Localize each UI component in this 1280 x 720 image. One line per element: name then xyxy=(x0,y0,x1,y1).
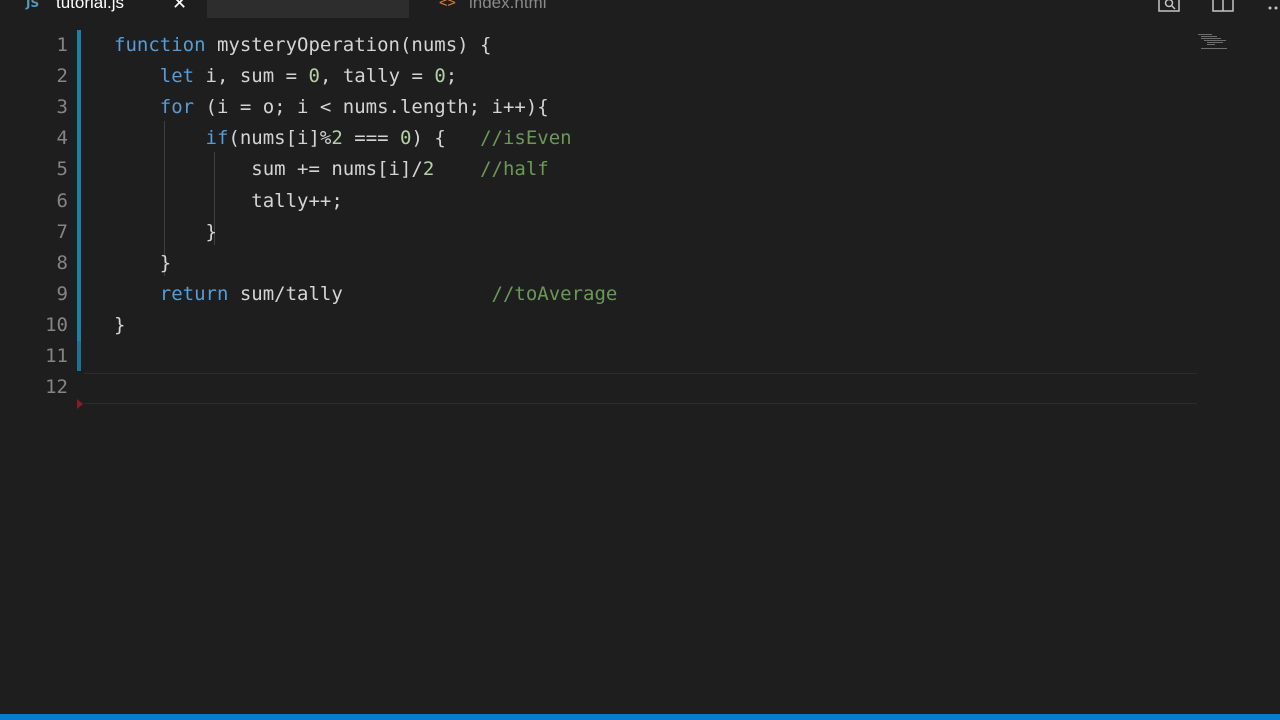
code-token: , tally = xyxy=(319,65,435,88)
status-bar xyxy=(0,714,1280,720)
code-editor[interactable]: 1 function mysteryOperation(nums) {2 let … xyxy=(0,28,1280,714)
code-token: } xyxy=(114,220,217,243)
code-text: return sum/tally //toAverage xyxy=(114,279,618,310)
code-text: let i, sum = 0, tally = 0; xyxy=(114,61,457,92)
line-number: 12 xyxy=(45,376,68,399)
code-line[interactable]: 4 if(nums[i]%2 === 0) { //isEven xyxy=(0,123,1200,154)
number-token: 0 xyxy=(308,65,320,88)
split-editor-icon[interactable] xyxy=(1212,0,1234,12)
comment-token: //toAverage xyxy=(491,282,618,305)
code-line[interactable]: 1 function mysteryOperation(nums) { xyxy=(0,30,1200,61)
line-number: 7 xyxy=(56,220,68,243)
code-token: ; xyxy=(445,65,458,88)
code-line[interactable]: 3 for (i = o; i < nums.length; i++){ xyxy=(0,92,1200,123)
minimap[interactable] xyxy=(1198,32,1242,52)
code-line[interactable]: 11 xyxy=(0,341,1200,372)
keyword-token: let xyxy=(159,65,195,88)
code-token: sum/tally xyxy=(228,282,492,305)
tab-label: tutorial.js xyxy=(56,0,125,12)
code-text: if(nums[i]%2 === 0) { //isEven xyxy=(114,123,572,154)
number-token: 0 xyxy=(400,127,412,150)
code-text: } xyxy=(114,310,125,341)
code-token: ) { xyxy=(411,127,481,150)
code-token: } xyxy=(114,251,172,274)
keyword-token: if xyxy=(205,127,229,150)
code-line[interactable]: 7 } xyxy=(0,217,1200,248)
code-token: i, sum = xyxy=(194,65,309,88)
html-file-icon: <> xyxy=(439,0,456,11)
comment-token: //half xyxy=(480,158,549,181)
code-text: function mysteryOperation(nums) { xyxy=(114,30,492,61)
keyword-token: return xyxy=(159,282,229,305)
code-line[interactable]: 2 let i, sum = 0, tally = 0; xyxy=(0,61,1200,92)
code-token: mysteryOperation(nums) { xyxy=(205,34,492,56)
code-line[interactable]: 10} xyxy=(0,310,1200,341)
line-number: 10 xyxy=(45,313,68,336)
comment-token: //isEven xyxy=(480,127,572,150)
code-token: (i = o; i < nums.length; i++){ xyxy=(194,96,549,119)
number-token: 0 xyxy=(434,65,446,88)
code-token: tally++; xyxy=(114,189,343,212)
code-token: } xyxy=(114,313,126,336)
code-line[interactable]: 8 } xyxy=(0,248,1200,279)
tab-bar: JS tutorial.js ✕ <> index.html xyxy=(0,0,1280,28)
line-number: 2 xyxy=(56,65,68,88)
code-line[interactable]: 5 sum += nums[i]/2 //half xyxy=(0,154,1200,185)
line-number: 3 xyxy=(56,96,68,119)
code-token: (nums[i]% xyxy=(228,127,332,150)
code-text: } xyxy=(114,217,217,248)
tab-tutorial-js[interactable]: JS tutorial.js ✕ xyxy=(0,0,205,18)
tab-label: index.html xyxy=(469,0,547,12)
code-text: sum += nums[i]/2 //half xyxy=(114,154,549,185)
code-text: tally++; xyxy=(114,186,343,217)
code-text: } xyxy=(114,248,171,279)
keyword-token: for xyxy=(159,96,195,119)
open-preview-icon[interactable] xyxy=(1158,0,1180,12)
keyword-token: function xyxy=(114,34,206,56)
number-token: 2 xyxy=(331,127,343,150)
line-number: 4 xyxy=(56,127,68,150)
code-text: for (i = o; i < nums.length; i++){ xyxy=(114,92,549,123)
line-number: 6 xyxy=(56,189,68,212)
code-line[interactable]: 12 xyxy=(0,372,1200,403)
code-line[interactable]: 6 tally++; xyxy=(0,186,1200,217)
code-token: sum += nums[i]/ xyxy=(114,158,423,181)
line-number: 9 xyxy=(56,282,68,305)
number-token: 2 xyxy=(422,158,435,181)
more-actions-icon[interactable] xyxy=(1266,0,1280,12)
code-token: === xyxy=(342,127,401,150)
line-number: 11 xyxy=(45,345,68,367)
line-number: 1 xyxy=(56,34,68,56)
code-line[interactable]: 9 return sum/tally //toAverage xyxy=(0,279,1200,310)
line-number: 8 xyxy=(56,251,68,274)
tab-index-html[interactable]: <> index.html xyxy=(207,0,546,18)
close-icon[interactable]: ✕ xyxy=(172,0,187,14)
line-number: 5 xyxy=(56,158,68,181)
javascript-file-icon: JS xyxy=(26,0,40,10)
